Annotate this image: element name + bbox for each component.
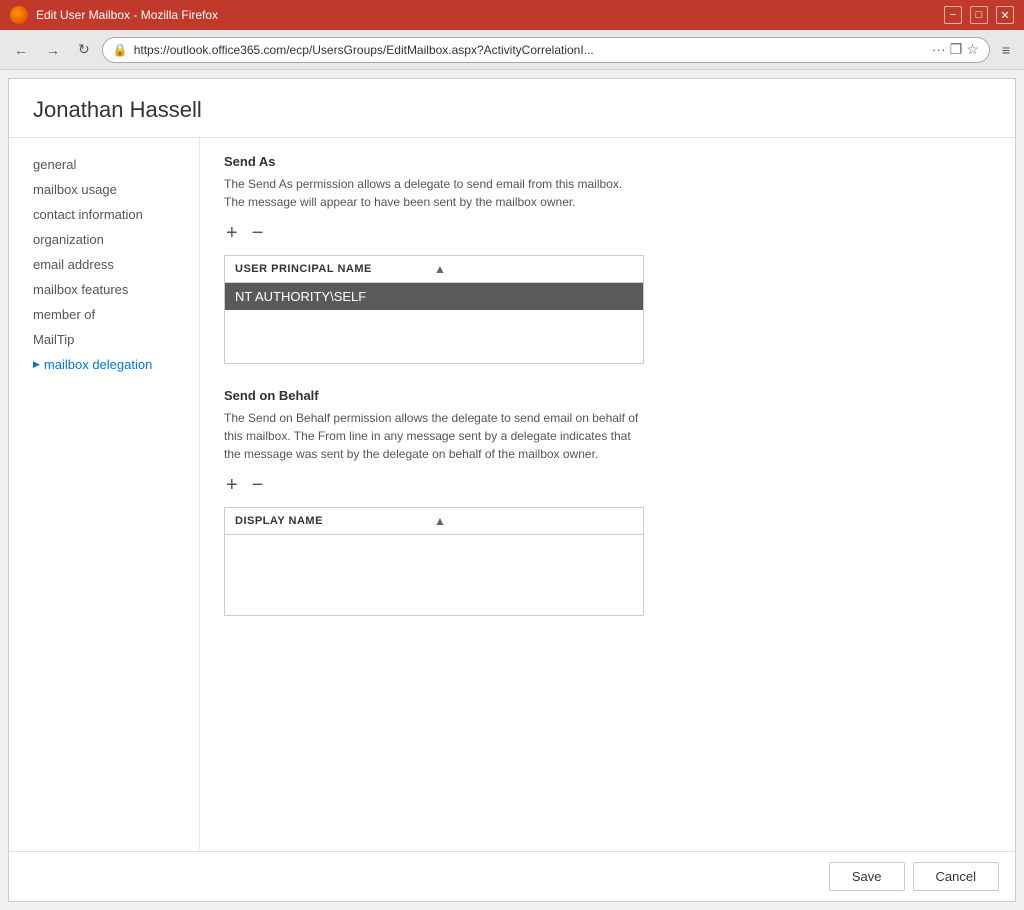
- window-content: Jonathan Hassell general mailbox usage c…: [8, 78, 1016, 902]
- send-on-behalf-title: Send on Behalf: [224, 388, 991, 403]
- send-as-remove-button[interactable]: −: [250, 223, 266, 243]
- pocket-icon[interactable]: ❐: [950, 41, 963, 58]
- bookmark-icon[interactable]: ☆: [966, 41, 979, 58]
- sidebar-item-member-of[interactable]: member of: [9, 302, 199, 327]
- sidebar-item-general[interactable]: general: [9, 152, 199, 177]
- address-bar: 🔒 https://outlook.office365.com/ecp/User…: [102, 37, 990, 63]
- more-icon[interactable]: ···: [932, 41, 946, 58]
- forward-button[interactable]: →: [40, 38, 66, 62]
- send-as-title: Send As: [224, 154, 991, 169]
- sidebar-item-mailbox-delegation[interactable]: mailbox delegation: [9, 352, 199, 377]
- titlebar-title: Edit User Mailbox - Mozilla Firefox: [36, 8, 218, 22]
- right-content: Send As The Send As permission allows a …: [199, 138, 1015, 851]
- send-on-behalf-buttons: + −: [224, 475, 991, 495]
- sidebar-item-mailtip[interactable]: MailTip: [9, 327, 199, 352]
- send-as-description: The Send As permission allows a delegate…: [224, 175, 644, 211]
- sidebar-item-organization[interactable]: organization: [9, 227, 199, 252]
- lock-icon: 🔒: [113, 43, 128, 57]
- cancel-button[interactable]: Cancel: [913, 862, 999, 891]
- send-on-behalf-add-button[interactable]: +: [224, 475, 240, 495]
- send-on-behalf-sort-icon[interactable]: ▲: [434, 514, 633, 528]
- send-on-behalf-section: Send on Behalf The Send on Behalf permis…: [224, 388, 991, 616]
- send-on-behalf-column-label: DISPLAY NAME: [235, 515, 434, 527]
- titlebar: Edit User Mailbox - Mozilla Firefox − □ …: [0, 0, 1024, 30]
- send-as-table-header[interactable]: USER PRINCIPAL NAME ▲: [225, 256, 643, 283]
- menu-button[interactable]: ≡: [996, 38, 1016, 62]
- send-as-table: USER PRINCIPAL NAME ▲ NT AUTHORITY\SELF: [224, 255, 644, 364]
- send-on-behalf-description: The Send on Behalf permission allows the…: [224, 409, 644, 463]
- url-text: https://outlook.office365.com/ecp/UsersG…: [134, 43, 926, 57]
- user-header: Jonathan Hassell: [9, 79, 1015, 138]
- send-on-behalf-table-header[interactable]: DISPLAY NAME ▲: [225, 508, 643, 535]
- restore-button[interactable]: □: [970, 6, 988, 24]
- send-as-row[interactable]: NT AUTHORITY\SELF: [225, 283, 643, 310]
- send-as-sort-icon[interactable]: ▲: [434, 262, 633, 276]
- send-on-behalf-table-body: [225, 535, 643, 615]
- close-button[interactable]: ✕: [996, 6, 1014, 24]
- sidebar-item-mailbox-usage[interactable]: mailbox usage: [9, 177, 199, 202]
- refresh-button[interactable]: ↻: [72, 37, 96, 62]
- firefox-icon: [10, 6, 28, 24]
- footer: Save Cancel: [9, 851, 1015, 901]
- send-on-behalf-remove-button[interactable]: −: [250, 475, 266, 495]
- send-on-behalf-table: DISPLAY NAME ▲: [224, 507, 644, 616]
- send-as-add-button[interactable]: +: [224, 223, 240, 243]
- send-as-buttons: + −: [224, 223, 991, 243]
- send-as-section: Send As The Send As permission allows a …: [224, 154, 991, 364]
- back-button[interactable]: ←: [8, 38, 34, 62]
- save-button[interactable]: Save: [829, 862, 905, 891]
- sidebar-item-contact-information[interactable]: contact information: [9, 202, 199, 227]
- left-nav: general mailbox usage contact informatio…: [9, 138, 199, 851]
- sidebar-item-email-address[interactable]: email address: [9, 252, 199, 277]
- send-as-table-body: NT AUTHORITY\SELF: [225, 283, 643, 363]
- send-as-column-label: USER PRINCIPAL NAME: [235, 263, 434, 275]
- minimize-button[interactable]: −: [944, 6, 962, 24]
- user-name: Jonathan Hassell: [33, 97, 991, 123]
- sidebar-item-mailbox-features[interactable]: mailbox features: [9, 277, 199, 302]
- navbar: ← → ↻ 🔒 https://outlook.office365.com/ec…: [0, 30, 1024, 70]
- content-area: general mailbox usage contact informatio…: [9, 138, 1015, 851]
- titlebar-controls: − □ ✕: [944, 6, 1014, 24]
